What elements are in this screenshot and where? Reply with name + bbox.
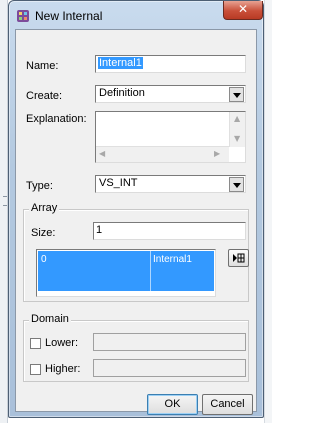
type-dropdown-button[interactable] bbox=[229, 177, 244, 192]
ok-button[interactable]: OK bbox=[147, 394, 198, 415]
list-item[interactable]: 0 Internal1 bbox=[38, 251, 214, 291]
array-row-value: Internal1 bbox=[153, 254, 192, 265]
name-value: Internal1 bbox=[98, 57, 143, 69]
name-input[interactable]: Internal1 bbox=[95, 55, 246, 73]
scroll-right-icon[interactable]: ▶ bbox=[214, 149, 220, 158]
create-label: Create: bbox=[26, 90, 63, 102]
create-select[interactable]: Definition bbox=[95, 85, 246, 103]
create-value: Definition bbox=[99, 87, 145, 99]
lower-checkbox[interactable] bbox=[30, 338, 41, 349]
column-divider bbox=[150, 251, 151, 291]
array-values-list[interactable]: 0 Internal1 bbox=[36, 249, 216, 297]
name-label: Name: bbox=[26, 60, 59, 72]
explanation-horizontal-scrollbar[interactable]: ◀ ▶ bbox=[96, 146, 229, 162]
type-select[interactable]: VS_INT bbox=[95, 175, 246, 193]
dialog-body: Name: Internal1 Create: Definition Expla… bbox=[15, 29, 257, 415]
background-mark bbox=[3, 205, 7, 206]
create-dropdown-button[interactable] bbox=[229, 87, 244, 102]
app-icon bbox=[17, 10, 29, 22]
cancel-button[interactable]: Cancel bbox=[202, 394, 253, 415]
title-bar[interactable]: New Internal ✕ bbox=[9, 1, 263, 29]
array-edit-button[interactable] bbox=[228, 249, 249, 267]
lower-label: Lower: bbox=[45, 337, 79, 349]
array-row-index: 0 bbox=[41, 254, 47, 265]
array-size-label: Size: bbox=[31, 227, 56, 239]
higher-checkbox[interactable] bbox=[30, 364, 41, 375]
scroll-down-icon[interactable]: ▼ bbox=[234, 134, 240, 143]
lower-input[interactable] bbox=[93, 333, 246, 351]
new-internal-dialog: New Internal ✕ Name: Internal1 Create: D… bbox=[8, 0, 264, 418]
higher-input[interactable] bbox=[93, 359, 246, 377]
explanation-vertical-scrollbar[interactable]: ▲ ▼ bbox=[229, 112, 245, 147]
close-icon: ✕ bbox=[237, 2, 249, 16]
type-label: Type: bbox=[26, 180, 53, 192]
higher-label: Higher: bbox=[45, 363, 81, 375]
domain-group-title: Domain bbox=[29, 313, 71, 325]
array-size-value: 1 bbox=[96, 224, 103, 236]
explanation-label: Explanation: bbox=[26, 113, 87, 125]
background-window-right bbox=[264, 0, 272, 423]
scroll-left-icon[interactable]: ◀ bbox=[99, 149, 105, 158]
array-size-input[interactable]: 1 bbox=[93, 222, 246, 240]
background-mark bbox=[3, 196, 7, 197]
chevron-down-icon bbox=[232, 183, 241, 188]
background-window-left bbox=[0, 0, 8, 423]
scroll-up-icon[interactable]: ▲ bbox=[234, 114, 240, 123]
window-title: New Internal bbox=[35, 9, 103, 23]
edit-icon bbox=[233, 253, 245, 263]
array-group-title: Array bbox=[29, 202, 60, 214]
close-button[interactable]: ✕ bbox=[223, 1, 263, 20]
type-value: VS_INT bbox=[99, 177, 138, 189]
explanation-textarea[interactable]: ▲ ▼ ◀ ▶ bbox=[95, 111, 246, 163]
chevron-down-icon bbox=[232, 93, 241, 98]
